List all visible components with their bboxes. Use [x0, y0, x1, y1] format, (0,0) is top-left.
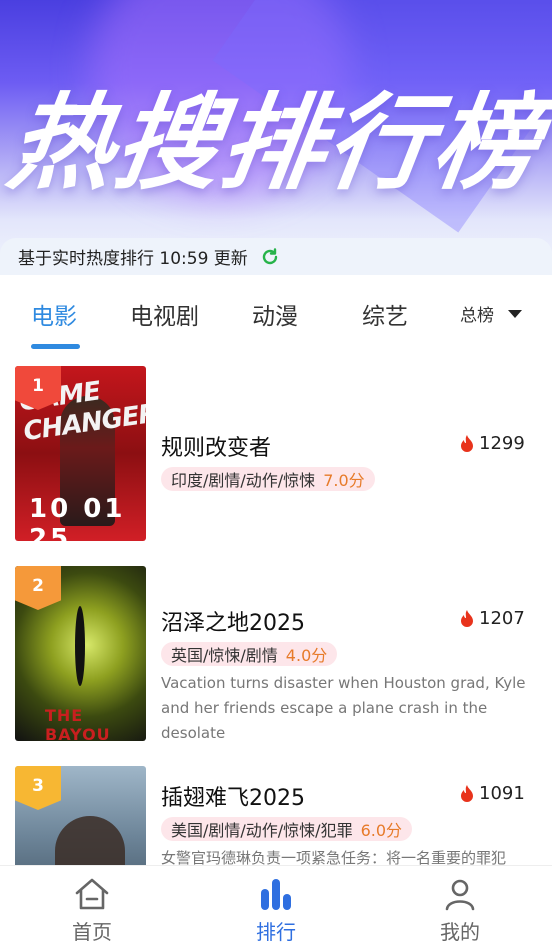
genre-tag: 印度/剧情/动作/惊悚 7.0分	[161, 467, 375, 491]
ranking-list: GAME CHANGER 10 01 25 1 规则改变者 1299 印度/剧情…	[0, 350, 552, 865]
item-title: 规则改变者	[161, 436, 272, 461]
nav-ranking[interactable]: 排行	[236, 876, 316, 945]
heat-value: 1207	[479, 608, 525, 629]
item-description: 女警官玛德琳负责一项紧急任务：将一名重要的罪犯	[161, 849, 507, 865]
nav-profile-label: 我的	[440, 920, 480, 944]
flame-icon	[461, 609, 473, 627]
item-description: Vacation turns disaster when Houston gra…	[161, 674, 526, 742]
profile-icon	[420, 876, 500, 912]
list-item[interactable]: GAME CHANGER 10 01 25 1 规则改变者 1299 印度/剧情…	[0, 350, 552, 541]
poster-image: THE BAYOU 2	[15, 566, 146, 741]
genre-text: 美国/剧情/动作/惊悚/犯罪	[171, 821, 353, 840]
poster-image: 3	[15, 766, 146, 865]
heat-count: 1207	[458, 608, 525, 629]
heat-count: 1091	[458, 783, 525, 804]
banner-title: 热搜排行榜	[1, 82, 549, 204]
active-tab-indicator	[31, 344, 80, 349]
flame-icon	[461, 434, 473, 452]
bottom-navigation: 首页 排行 我的	[0, 865, 552, 951]
item-title: 插翅难飞2025	[161, 786, 305, 811]
rank-badge: 3	[15, 766, 61, 810]
rating-score: 4.0分	[285, 646, 328, 665]
genre-text: 英国/惊悚/剧情	[171, 646, 278, 665]
rating-score: 7.0分	[323, 471, 365, 490]
heat-value: 1091	[479, 783, 525, 804]
genre-tag: 美国/剧情/动作/惊悚/犯罪 6.0分	[161, 817, 413, 841]
poster-image: GAME CHANGER 10 01 25 1	[15, 366, 146, 541]
rank-filter-label: 总榜	[460, 306, 494, 326]
tab-tv-series[interactable]: 电视剧	[130, 297, 199, 331]
tab-variety[interactable]: 综艺	[362, 297, 408, 331]
heat-value: 1299	[479, 433, 525, 454]
poster-figure	[55, 816, 125, 865]
ranking-icon	[236, 876, 316, 912]
home-icon	[52, 876, 132, 912]
header-banner: 热搜排行榜	[0, 0, 552, 275]
list-item[interactable]: 3 插翅难飞2025 1091 美国/剧情/动作/惊悚/犯罪 6.0分 女警官玛…	[0, 750, 552, 865]
rank-filter-dropdown[interactable]: 总榜	[460, 301, 522, 326]
update-status-bar: 基于实时热度排行 10:59 更新	[0, 238, 552, 275]
nav-profile[interactable]: 我的	[420, 876, 500, 945]
update-text: 基于实时热度排行 10:59 更新	[18, 249, 248, 269]
rating-score: 6.0分	[360, 821, 403, 840]
caret-down-icon	[508, 309, 522, 318]
refresh-icon[interactable]	[260, 247, 280, 267]
list-item[interactable]: THE BAYOU 2 沼泽之地2025 1207 英国/惊悚/剧情 4.0分 …	[0, 550, 552, 742]
nav-home[interactable]: 首页	[52, 876, 132, 945]
tab-movies[interactable]: 电影	[31, 297, 77, 331]
category-tabs: 电影 电视剧 动漫 综艺 总榜	[0, 275, 552, 350]
heat-count: 1299	[458, 433, 525, 454]
poster-date-art: 10 01 25	[29, 494, 126, 541]
rank-badge: 2	[15, 566, 61, 610]
genre-text: 印度/剧情/动作/惊悚	[171, 471, 316, 490]
poster-title-art: THE BAYOU	[45, 706, 111, 741]
flame-icon	[461, 784, 473, 802]
nav-home-label: 首页	[72, 920, 112, 944]
tab-anime[interactable]: 动漫	[252, 297, 298, 331]
nav-ranking-label: 排行	[256, 920, 296, 944]
poster-eye-art	[75, 606, 85, 686]
item-title: 沼泽之地2025	[161, 611, 305, 636]
genre-tag: 英国/惊悚/剧情 4.0分	[161, 642, 338, 666]
